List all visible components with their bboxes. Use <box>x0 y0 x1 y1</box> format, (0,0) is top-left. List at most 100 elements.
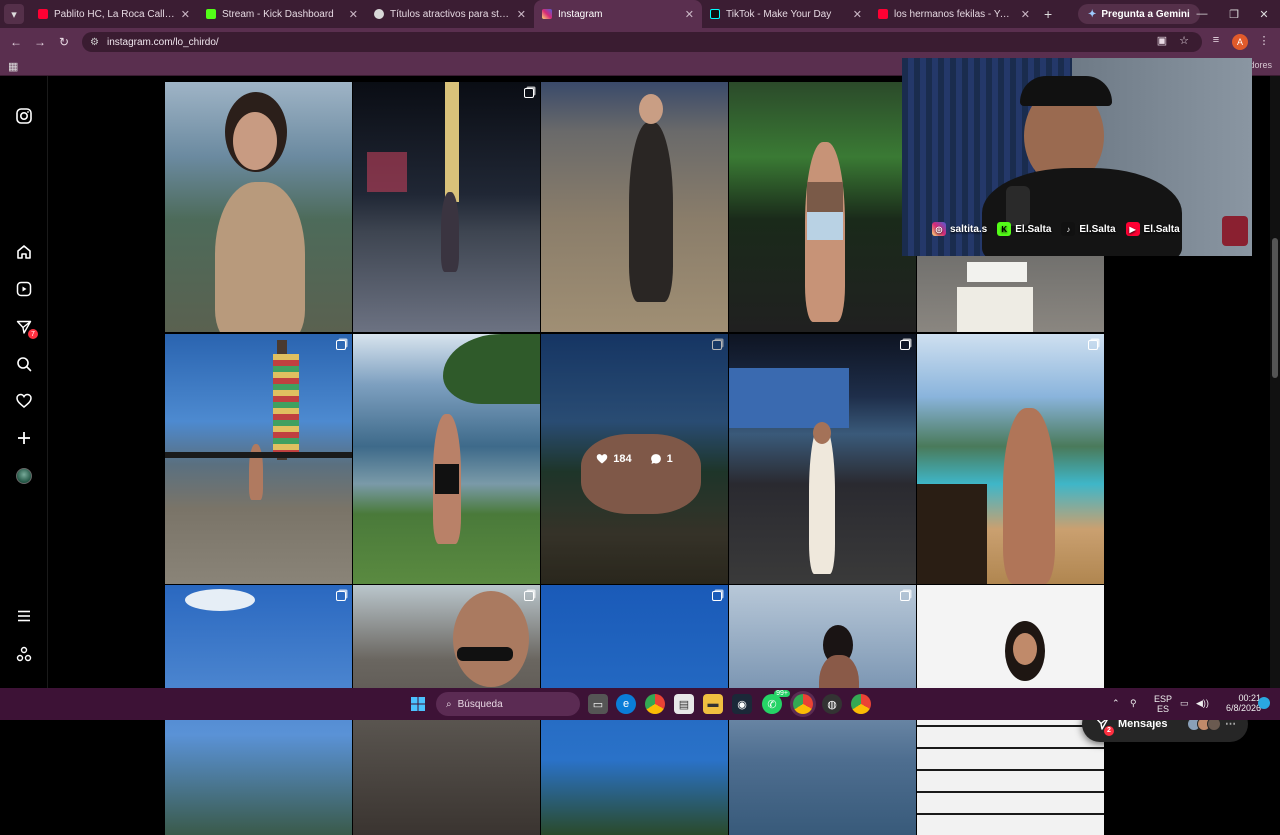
menu-kebab-icon[interactable]: ⋮ <box>1256 34 1272 50</box>
clock[interactable]: 00:21 6/8/2026 <box>1226 693 1261 713</box>
apps-grid-icon[interactable]: ▦ <box>8 60 18 73</box>
tab-chatgpt[interactable]: Títulos atractivos para stream ✕ <box>366 0 534 28</box>
maximize-button[interactable]: ❐ <box>1218 0 1250 28</box>
tab-kick-dashboard[interactable]: Stream - Kick Dashboard ✕ <box>198 0 366 28</box>
keyboard-layout: ES <box>1157 704 1170 714</box>
carousel-icon <box>900 591 910 601</box>
all-bookmarks-label[interactable]: dores <box>1249 60 1272 70</box>
tab-title: Títulos atractivos para stream <box>390 8 511 20</box>
ask-gemini-button[interactable]: ✦ Pregunta a Gemini <box>1078 4 1200 24</box>
edge-icon[interactable]: e <box>616 694 636 714</box>
post-thumbnail[interactable]: 184 1 <box>541 334 728 584</box>
search-icon: ⌕ <box>446 698 452 710</box>
whatsapp-icon[interactable]: ✆ 99+ <box>762 690 790 714</box>
clock-time: 00:21 <box>1238 693 1262 703</box>
address-bar[interactable]: ⚙ instagram.com/lo_chirdo/ <box>82 32 1202 52</box>
gemini-label: Pregunta a Gemini <box>1101 8 1190 20</box>
tab-title: TikTok - Make Your Day <box>726 8 832 20</box>
post-thumbnail[interactable] <box>729 334 916 584</box>
close-icon[interactable]: ✕ <box>349 8 358 21</box>
media-controls-icon[interactable]: ≡ <box>1208 34 1224 50</box>
windows-start-icon[interactable] <box>408 694 428 714</box>
obs-icon[interactable]: ◍ <box>822 694 842 714</box>
forward-icon[interactable]: → <box>28 35 52 49</box>
tab-youtube-pablito[interactable]: Pablito HC, La Roca Callejera - ✕ <box>30 0 198 28</box>
comment-count: 1 <box>650 453 673 465</box>
gemini-icon: ✦ <box>1088 8 1097 20</box>
close-icon[interactable]: ✕ <box>685 8 694 21</box>
url-text[interactable]: instagram.com/lo_chirdo/ <box>107 37 219 48</box>
threads-meta-icon[interactable] <box>14 644 34 664</box>
post-thumbnail[interactable] <box>541 82 728 332</box>
tab-title: los hermanos fekilas - YouTube <box>894 8 1015 20</box>
hamburger-menu-icon[interactable] <box>14 606 34 626</box>
tiktok-icon <box>710 9 720 19</box>
tiktok-icon: ♪ <box>1061 222 1076 236</box>
tab-title: Instagram <box>558 8 603 20</box>
task-view-icon[interactable]: ▭ <box>588 694 608 714</box>
instagram-logo-icon[interactable] <box>14 106 34 126</box>
carousel-icon <box>336 591 346 601</box>
taskbar-search[interactable]: ⌕ Búsqueda <box>436 692 580 716</box>
profile-avatar[interactable]: A <box>1232 34 1248 50</box>
bookmark-star-icon[interactable]: ☆ <box>1176 34 1192 50</box>
chrome-active-icon[interactable] <box>793 694 813 714</box>
home-icon[interactable] <box>14 242 34 262</box>
reels-icon[interactable] <box>14 279 34 299</box>
new-tab-button[interactable]: + <box>1044 6 1052 22</box>
post-thumbnail[interactable] <box>165 82 352 332</box>
reload-icon[interactable]: ↻ <box>52 35 76 49</box>
language-code: ESP <box>1154 694 1173 704</box>
network-icon[interactable]: ▭ <box>1180 698 1189 709</box>
profile-avatar-icon[interactable] <box>14 466 34 486</box>
heart-icon[interactable] <box>14 391 34 411</box>
carousel-icon <box>524 591 534 601</box>
like-count: 184 <box>596 453 632 465</box>
tab-instagram[interactable]: Instagram ✕ <box>534 0 702 28</box>
language-indicator[interactable]: ESP ES <box>1154 694 1172 714</box>
minimize-button[interactable]: — <box>1186 0 1218 28</box>
tab-youtube-fekilas[interactable]: los hermanos fekilas - YouTube ✕ <box>870 0 1038 28</box>
tray-overflow-icon[interactable]: ⌃ <box>1112 698 1120 709</box>
tab-tiktok[interactable]: TikTok - Make Your Day ✕ <box>702 0 870 28</box>
social-tiktok: ♪ El.Salta <box>1061 222 1116 236</box>
messages-icon[interactable]: 7 <box>14 317 38 339</box>
store-icon[interactable]: ▤ <box>674 694 694 714</box>
file-explorer-icon[interactable]: ▬ <box>703 694 723 714</box>
notification-center-icon[interactable] <box>1258 697 1270 709</box>
back-icon[interactable]: ← <box>4 35 28 49</box>
create-plus-icon[interactable] <box>14 428 34 448</box>
steam-icon[interactable]: ◉ <box>732 694 752 714</box>
close-icon[interactable]: ✕ <box>181 8 190 21</box>
chrome-icon[interactable] <box>645 694 665 714</box>
tab-search-button[interactable]: ▾ <box>4 4 24 24</box>
post-thumbnail[interactable] <box>165 334 352 584</box>
social-handle: El.Salta <box>1143 223 1180 235</box>
social-kick: K El.Salta <box>997 222 1051 236</box>
scrollbar[interactable] <box>1270 76 1280 688</box>
close-icon[interactable]: ✕ <box>1021 8 1030 21</box>
post-thumbnail[interactable] <box>729 82 916 332</box>
volume-icon[interactable]: ◀)) <box>1196 698 1209 709</box>
youtube-icon: ▶ <box>1125 222 1140 236</box>
post-thumbnail[interactable] <box>353 334 540 584</box>
close-icon[interactable]: ✕ <box>517 8 526 21</box>
carousel-icon <box>1088 340 1098 350</box>
search-icon[interactable] <box>14 354 34 374</box>
instagram-icon: ◎ <box>932 222 946 236</box>
post-thumbnail[interactable] <box>917 334 1104 584</box>
scrollbar-thumb[interactable] <box>1272 238 1278 378</box>
chrome-profile-icon[interactable] <box>851 694 871 714</box>
post-thumbnail[interactable] <box>353 82 540 332</box>
close-icon[interactable]: ✕ <box>853 8 862 21</box>
carousel-icon <box>712 591 722 601</box>
site-info-icon[interactable]: ⚙ <box>90 37 99 48</box>
heart-filled-icon <box>597 454 608 464</box>
cast-icon[interactable]: ▣ <box>1154 34 1170 50</box>
comment-filled-icon <box>650 454 661 464</box>
mic-icon[interactable]: ⚲ <box>1130 698 1137 709</box>
avatar <box>16 468 32 484</box>
close-window-button[interactable]: ✕ <box>1248 0 1280 28</box>
kick-icon: K <box>997 222 1012 236</box>
whatsapp-badge: 99+ <box>774 690 790 697</box>
